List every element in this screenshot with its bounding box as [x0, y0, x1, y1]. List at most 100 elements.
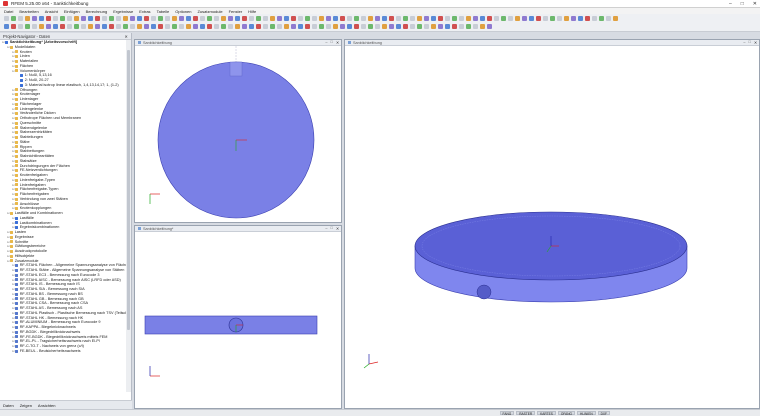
- minimize-icon[interactable]: –: [325, 226, 327, 231]
- toolbar-button-icon[interactable]: [312, 16, 317, 21]
- toolbar-button-icon[interactable]: [382, 16, 387, 21]
- toolbar-button-icon[interactable]: [333, 16, 338, 21]
- toolbar-button-icon[interactable]: [361, 16, 366, 21]
- toolbar-button-icon[interactable]: [179, 16, 184, 21]
- menu-optionen[interactable]: Optionen: [175, 9, 191, 14]
- toolbar-button-icon[interactable]: [123, 24, 128, 29]
- toolbar-button-icon[interactable]: [249, 16, 254, 21]
- toolbar-button-icon[interactable]: [235, 24, 240, 29]
- toolbar-button-icon[interactable]: [165, 24, 170, 29]
- toolbar-button-icon[interactable]: [459, 24, 464, 29]
- toolbar-button-icon[interactable]: [88, 16, 93, 21]
- toolbar-button-icon[interactable]: [214, 24, 219, 29]
- toolbar-button-icon[interactable]: [228, 24, 233, 29]
- toolbar-button-icon[interactable]: [375, 24, 380, 29]
- toolbar-button-icon[interactable]: [137, 16, 142, 21]
- toolbar-button-icon[interactable]: [151, 16, 156, 21]
- minimize-icon[interactable]: –: [325, 40, 327, 45]
- toolbar-button-icon[interactable]: [431, 24, 436, 29]
- toolbar-button-icon[interactable]: [207, 16, 212, 21]
- menu-datei[interactable]: Datei: [4, 9, 13, 14]
- minimize-icon[interactable]: –: [729, 1, 732, 7]
- toolbar-button-icon[interactable]: [452, 16, 457, 21]
- toolbar-button-icon[interactable]: [235, 16, 240, 21]
- view-front[interactable]: Sanktichkeitbung* – □ ✕: [134, 225, 342, 409]
- toolbar-button-icon[interactable]: [39, 24, 44, 29]
- status-hlinien[interactable]: HLINIEN: [577, 411, 596, 416]
- toolbar-button-icon[interactable]: [256, 24, 261, 29]
- toolbar-button-icon[interactable]: [564, 16, 569, 21]
- menu-extras[interactable]: Extras: [139, 9, 150, 14]
- menu-bearbeiten[interactable]: Bearbeiten: [19, 9, 38, 14]
- toolbar-button-icon[interactable]: [424, 16, 429, 21]
- toolbar-button-icon[interactable]: [389, 16, 394, 21]
- toolbar-button-icon[interactable]: [109, 24, 114, 29]
- toolbar-button-icon[interactable]: [186, 24, 191, 29]
- toolbar-button-icon[interactable]: [396, 24, 401, 29]
- toolbar-button-icon[interactable]: [445, 24, 450, 29]
- toolbar-button-icon[interactable]: [53, 24, 58, 29]
- toolbar-button-icon[interactable]: [599, 16, 604, 21]
- status-dxf[interactable]: DXF: [597, 411, 610, 416]
- toolbar-button-icon[interactable]: [200, 24, 205, 29]
- close-icon[interactable]: ✕: [753, 1, 757, 7]
- toolbar-button-icon[interactable]: [151, 24, 156, 29]
- toolbar-button-icon[interactable]: [452, 24, 457, 29]
- toolbar-button-icon[interactable]: [312, 24, 317, 29]
- menu-tabelle[interactable]: Tabelle: [157, 9, 170, 14]
- toolbar-button-icon[interactable]: [60, 24, 65, 29]
- toolbar-button-icon[interactable]: [592, 16, 597, 21]
- toolbar-button-icon[interactable]: [354, 24, 359, 29]
- toolbar-button-icon[interactable]: [277, 16, 282, 21]
- status-kartes[interactable]: KARTES: [537, 411, 556, 416]
- toolbar-button-icon[interactable]: [18, 16, 23, 21]
- menu-ansicht[interactable]: Ansicht: [45, 9, 58, 14]
- view-top[interactable]: Sanktichkeitbung – □ ✕: [134, 39, 342, 223]
- toolbar-button-icon[interactable]: [543, 16, 548, 21]
- toolbar-button-icon[interactable]: [347, 24, 352, 29]
- menu-einfuegen[interactable]: Einfügen: [64, 9, 80, 14]
- toolbar-button-icon[interactable]: [487, 16, 492, 21]
- toolbar-button-icon[interactable]: [466, 16, 471, 21]
- toolbar-button-icon[interactable]: [270, 24, 275, 29]
- toolbar-button-icon[interactable]: [613, 16, 618, 21]
- toolbar-button-icon[interactable]: [179, 24, 184, 29]
- toolbar-button-icon[interactable]: [536, 16, 541, 21]
- menu-fenster[interactable]: Fenster: [229, 9, 243, 14]
- toolbar-button-icon[interactable]: [368, 24, 373, 29]
- toolbar-button-icon[interactable]: [403, 16, 408, 21]
- toolbar-button-icon[interactable]: [340, 16, 345, 21]
- toolbar-button-icon[interactable]: [67, 24, 72, 29]
- toolbar-button-icon[interactable]: [221, 16, 226, 21]
- menu-hilfe[interactable]: Hilfe: [248, 9, 256, 14]
- toolbar-button-icon[interactable]: [256, 16, 261, 21]
- toolbar-button-icon[interactable]: [214, 16, 219, 21]
- toolbar-button-icon[interactable]: [207, 24, 212, 29]
- toolbar-button-icon[interactable]: [515, 16, 520, 21]
- toolbar-button-icon[interactable]: [88, 24, 93, 29]
- toolbar-button-icon[interactable]: [95, 16, 100, 21]
- toolbar-button-icon[interactable]: [466, 24, 471, 29]
- toolbar-button-icon[interactable]: [67, 16, 72, 21]
- toolbar-button-icon[interactable]: [438, 16, 443, 21]
- close-icon[interactable]: ✕: [124, 34, 128, 39]
- toolbar-button-icon[interactable]: [417, 16, 422, 21]
- toolbar-button-icon[interactable]: [11, 16, 16, 21]
- toolbar-button-icon[interactable]: [263, 24, 268, 29]
- maximize-icon[interactable]: □: [331, 40, 333, 45]
- maximize-icon[interactable]: □: [741, 1, 744, 7]
- view-isometric[interactable]: Sanktichkeitbung – □ ✕: [344, 39, 760, 409]
- menu-ergebnisse[interactable]: Ergebnisse: [113, 9, 133, 14]
- status-fang[interactable]: FANG: [499, 411, 515, 416]
- toolbar-button-icon[interactable]: [480, 24, 485, 29]
- front-view-canvas[interactable]: [135, 232, 341, 408]
- toolbar-button-icon[interactable]: [319, 24, 324, 29]
- toolbar-button-icon[interactable]: [270, 16, 275, 21]
- close-icon[interactable]: ✕: [336, 226, 339, 231]
- tab-ansichten[interactable]: Ansichten: [38, 403, 56, 408]
- toolbar-button-icon[interactable]: [4, 24, 9, 29]
- toolbar-button-icon[interactable]: [529, 16, 534, 21]
- toolbar-button-icon[interactable]: [368, 16, 373, 21]
- toolbar-button-icon[interactable]: [319, 16, 324, 21]
- toolbar-button-icon[interactable]: [347, 16, 352, 21]
